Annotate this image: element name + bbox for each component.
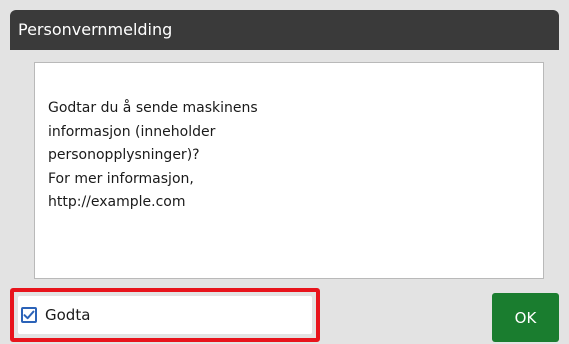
message-line: Godtar du å sende maskinens — [48, 100, 258, 116]
message-line: personopplysninger)? — [48, 147, 200, 163]
message-line: informasjon (inneholder — [48, 123, 216, 140]
accept-checkbox-row[interactable]: Godta — [10, 288, 320, 342]
dialog-title: Personvernmelding — [10, 10, 559, 50]
message-url: http://example.com — [48, 194, 186, 210]
check-icon — [23, 310, 35, 320]
message-line: For mer informasjon, — [48, 170, 194, 187]
message-box: Godtar du å sende maskinens informasjon … — [34, 62, 544, 279]
accept-label: Godta — [45, 306, 91, 324]
ok-button[interactable]: OK — [492, 293, 559, 342]
accept-checkbox-field[interactable]: Godta — [18, 296, 312, 334]
accept-checkbox[interactable] — [21, 307, 37, 323]
privacy-notice-dialog: Personvernmelding Godtar du å sende mask… — [10, 10, 559, 344]
